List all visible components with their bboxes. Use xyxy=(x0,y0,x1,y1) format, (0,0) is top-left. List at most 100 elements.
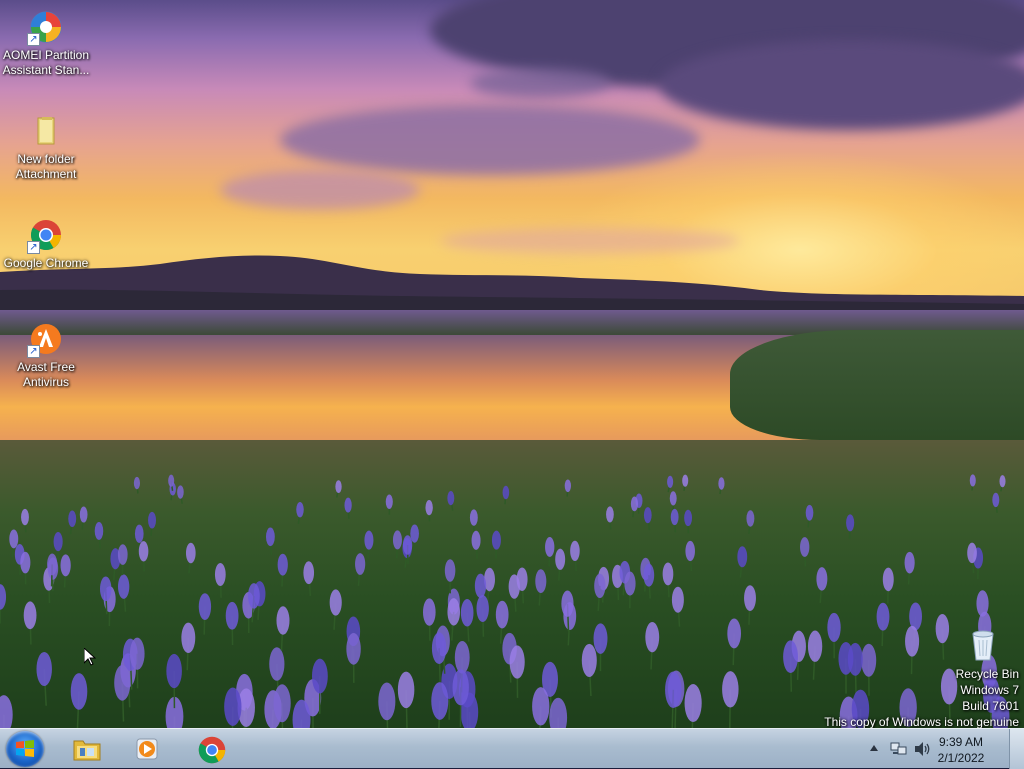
wallpaper-flower xyxy=(846,514,854,531)
wallpaper-flower xyxy=(535,569,546,593)
desktop-icon-label: AOMEI Partition Assistant Stan... xyxy=(0,48,92,78)
taskbar-media-player-button[interactable] xyxy=(126,732,170,766)
wallpaper-flower xyxy=(186,543,196,564)
wallpaper-flower xyxy=(386,494,393,509)
wallpaper-flower xyxy=(364,531,373,550)
wallpaper-flower xyxy=(431,682,448,720)
desktop-icon-aomei[interactable]: ↗ AOMEI Partition Assistant Stan... xyxy=(0,4,92,78)
network-icon[interactable] xyxy=(890,741,908,757)
wallpaper-flower xyxy=(410,524,419,542)
windows-start-icon xyxy=(15,739,35,759)
wallpaper-flower xyxy=(47,554,57,576)
wallpaper-flower xyxy=(561,591,573,617)
clock-time: 9:39 AM xyxy=(926,734,996,750)
wallpaper-flower xyxy=(744,585,756,611)
taskbar-clock[interactable]: 9:39 AM 2/1/2022 xyxy=(926,734,996,766)
desktop-icon-label: New folder Attachment xyxy=(0,152,92,182)
wallpaper-flower xyxy=(346,633,360,665)
wallpaper-flower xyxy=(570,541,580,561)
wallpaper-flower xyxy=(606,506,614,522)
wallpaper-flower xyxy=(24,601,37,629)
explorer-icon xyxy=(72,735,102,763)
wallpaper-flower xyxy=(453,669,469,705)
wallpaper-flower xyxy=(665,672,681,708)
desktop-icon-recycle-bin[interactable] xyxy=(948,628,1018,662)
wallpaper-flower xyxy=(398,672,414,708)
wallpaper-flower xyxy=(883,568,894,592)
wallpaper-flower xyxy=(114,665,130,701)
wallpaper-flower xyxy=(447,491,454,505)
wallpaper-flower xyxy=(393,530,402,549)
wallpaper-flower xyxy=(335,480,341,493)
wallpaper-flower xyxy=(274,684,291,722)
wallpaper-flower xyxy=(330,589,342,615)
wallpaper-flower xyxy=(447,598,460,625)
wallpaper-flower xyxy=(565,479,571,492)
wallpaper-flower xyxy=(808,631,822,662)
wallpaper-flower xyxy=(166,654,182,688)
show-desktop-button[interactable] xyxy=(1009,729,1024,769)
wallpaper-flower xyxy=(492,531,501,550)
wallpaper-flower xyxy=(476,595,488,622)
wallpaper-flower xyxy=(80,507,88,523)
chrome-icon xyxy=(197,735,227,765)
wallpaper-flower xyxy=(312,659,328,694)
wallpaper-flower xyxy=(594,574,605,598)
wallpaper-flower xyxy=(806,505,814,521)
wallpaper-flower xyxy=(555,549,565,570)
wallpaper-flower xyxy=(378,682,395,720)
wallpaper-flower xyxy=(296,502,303,517)
desktop-icon-new-folder[interactable]: New folder Attachment xyxy=(0,108,92,182)
avast-icon: ↗ xyxy=(29,322,63,356)
taskbar-explorer-button[interactable] xyxy=(64,732,108,766)
wallpaper-flower xyxy=(737,546,747,567)
wallpaper-flower xyxy=(472,531,481,550)
wallpaper-grass-bank xyxy=(730,330,1024,440)
wallpaper-flower xyxy=(303,561,314,584)
wallpaper-flower xyxy=(168,475,174,487)
desktop-wallpaper xyxy=(0,0,1024,728)
wallpaper-cloud xyxy=(470,68,610,98)
aomei-partition-icon: ↗ xyxy=(29,10,63,44)
wallpaper-flower xyxy=(816,567,827,591)
wallpaper-flower xyxy=(682,475,688,487)
wallpaper-flower xyxy=(0,584,6,610)
wallpaper-flower xyxy=(9,529,18,548)
desktop-icon-avast[interactable]: ↗ Avast Free Antivirus xyxy=(0,316,92,390)
wallpaper-flower xyxy=(118,544,128,565)
wallpaper-flower xyxy=(727,618,741,648)
mouse-cursor-icon xyxy=(84,648,96,666)
wallpaper-flower xyxy=(905,626,919,657)
start-button[interactable] xyxy=(6,731,44,767)
wallpaper-flower xyxy=(423,598,436,625)
wallpaper-flower xyxy=(425,500,432,515)
recycle-bin-icon xyxy=(969,628,997,662)
wallpaper-flower xyxy=(999,475,1005,487)
wallpaper-flower xyxy=(722,671,738,707)
folder-icon xyxy=(29,114,63,148)
wallpaper-flower xyxy=(177,485,184,498)
wallpaper-flower xyxy=(118,574,129,598)
chrome-icon: ↗ xyxy=(29,218,63,252)
wallpaper-flower xyxy=(503,486,510,499)
watermark-build: Build 7601 xyxy=(824,698,1019,714)
desktop-icon-google-chrome[interactable]: ↗ Google Chrome xyxy=(0,212,92,271)
wallpaper-flower xyxy=(532,687,549,725)
wallpaper-flower xyxy=(135,525,144,543)
wallpaper-flower xyxy=(582,644,597,677)
wallpaper-flower xyxy=(461,599,474,626)
wallpaper-flower xyxy=(970,474,976,486)
wallpaper-flower xyxy=(545,537,554,557)
show-hidden-icons-arrow[interactable] xyxy=(870,745,878,751)
wallpaper-flower xyxy=(496,601,509,629)
wallpaper-flower xyxy=(624,572,635,596)
shortcut-arrow-icon: ↗ xyxy=(27,241,40,254)
wallpaper-flower xyxy=(224,688,241,726)
wallpaper-flower xyxy=(68,510,76,527)
wallpaper-flower xyxy=(967,543,977,564)
clock-date: 2/1/2022 xyxy=(926,750,996,766)
taskbar-chrome-button[interactable] xyxy=(189,732,233,766)
wallpaper-flower xyxy=(355,553,365,575)
wallpaper-flower xyxy=(644,507,652,523)
wallpaper-flower xyxy=(36,652,51,686)
